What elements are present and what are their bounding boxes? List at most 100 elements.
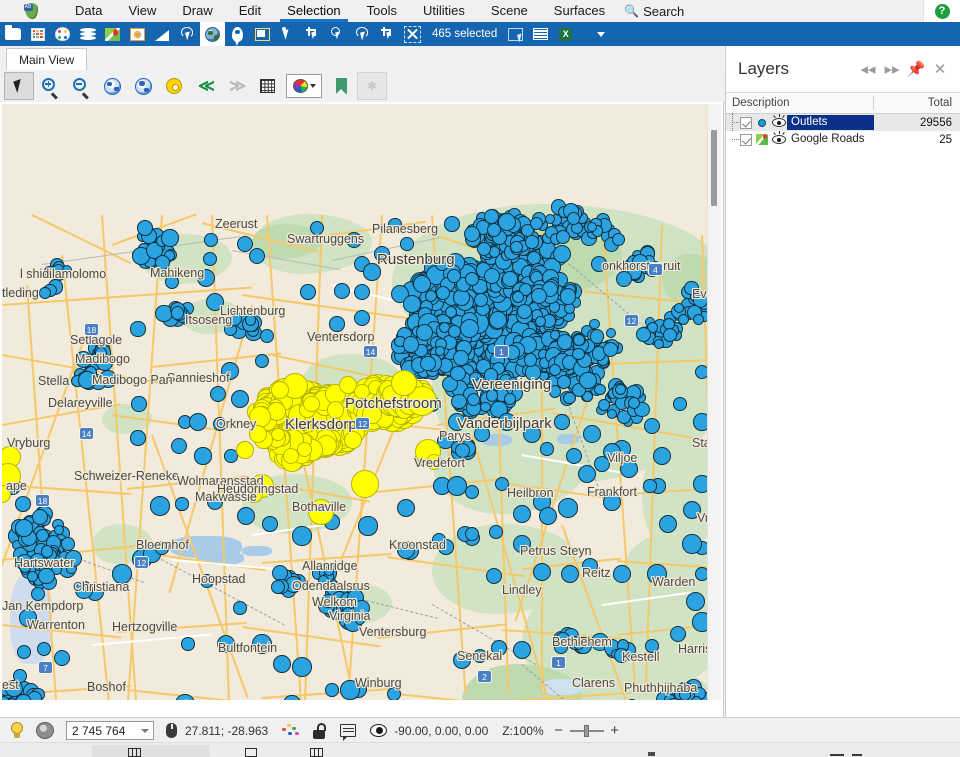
open-folder-icon[interactable]: [0, 22, 25, 46]
map-point[interactable]: [358, 516, 378, 536]
point-select-icon[interactable]: [275, 22, 300, 46]
menu-item-data[interactable]: Data: [62, 0, 115, 22]
map-point[interactable]: [538, 506, 558, 526]
polygon-select-icon[interactable]: [300, 22, 325, 46]
map-point[interactable]: [61, 537, 75, 551]
map-point[interactable]: [325, 683, 339, 697]
map-point[interactable]: [643, 479, 657, 493]
map-point[interactable]: [447, 476, 467, 496]
map-point[interactable]: [15, 519, 33, 537]
search-box[interactable]: 🔍 Search: [618, 0, 684, 22]
more-options-caret-icon[interactable]: [588, 22, 613, 46]
pointer-tool-button[interactable]: [4, 72, 34, 100]
map-point[interactable]: [303, 395, 320, 413]
hint-bulb-icon[interactable]: [8, 721, 26, 740]
map-point[interactable]: [175, 497, 189, 511]
zoom-slider[interactable]: [569, 723, 604, 739]
pin-icon[interactable]: 📌: [904, 57, 928, 81]
map-point[interactable]: [130, 430, 146, 446]
map-point[interactable]: [488, 311, 507, 329]
outline-tool-icon[interactable]: ◉: [125, 22, 150, 46]
favorite-tool-button[interactable]: ✱: [357, 72, 387, 100]
menu-item-selection[interactable]: Selection: [274, 0, 353, 22]
globe-icon[interactable]: [200, 22, 225, 46]
map-point[interactable]: [444, 216, 460, 232]
map-point[interactable]: [271, 580, 285, 594]
map-point[interactable]: [400, 237, 414, 251]
step-back-tool-button[interactable]: ≪: [190, 72, 220, 100]
map-point[interactable]: [402, 336, 420, 353]
taskbar-tray-icon[interactable]: [648, 752, 655, 756]
collapse-left-icon[interactable]: ◂◂: [856, 57, 880, 81]
tab-main-view[interactable]: Main View: [6, 48, 88, 71]
lasso-select-icon[interactable]: [350, 22, 375, 46]
expand-right-icon[interactable]: ▸▸: [880, 57, 904, 81]
map-point[interactable]: [557, 375, 571, 389]
map-point[interactable]: [690, 695, 702, 700]
map-point[interactable]: [559, 287, 577, 305]
map-point[interactable]: [233, 601, 247, 615]
grid-tool-button[interactable]: [252, 72, 282, 100]
show-table-icon[interactable]: [528, 22, 553, 46]
map-point[interactable]: [130, 321, 146, 337]
map-point[interactable]: [351, 470, 379, 498]
map-point[interactable]: [652, 446, 672, 466]
map-point[interactable]: [517, 304, 532, 319]
map-point[interactable]: [615, 270, 633, 288]
map-point[interactable]: [529, 216, 543, 231]
map-point[interactable]: [509, 240, 523, 254]
map-point[interactable]: [391, 370, 417, 396]
map-point[interactable]: [611, 233, 625, 247]
map-point[interactable]: [271, 427, 285, 442]
map-point[interactable]: [262, 516, 278, 532]
map-point[interactable]: [450, 365, 466, 381]
map-point[interactable]: [692, 313, 704, 326]
globe-status-icon[interactable]: [36, 722, 54, 739]
map-point[interactable]: [451, 393, 467, 410]
map-point[interactable]: [271, 381, 289, 399]
map-point[interactable]: [573, 334, 585, 346]
map-point[interactable]: [334, 283, 350, 299]
map-point[interactable]: [459, 319, 479, 339]
map-point[interactable]: [554, 414, 570, 430]
chevron-down-icon[interactable]: [137, 728, 153, 733]
spreadsheet-icon[interactable]: [25, 22, 50, 46]
layer-row-google-roads[interactable]: Google Roads 25: [726, 130, 960, 148]
box-select-icon[interactable]: [375, 22, 400, 46]
map-point[interactable]: [170, 437, 188, 455]
map-scale-combo[interactable]: 2 745 764: [66, 721, 154, 740]
view-eye-icon[interactable]: [370, 724, 388, 737]
map-point[interactable]: [237, 507, 255, 525]
map-point[interactable]: [480, 401, 491, 413]
menu-item-view[interactable]: View: [115, 0, 169, 22]
layer-row-outlets[interactable]: Outlets 29556: [726, 113, 960, 131]
zoom-in-button[interactable]: +: [608, 722, 622, 739]
layers-icon[interactable]: [75, 22, 100, 46]
snap-tool-icon[interactable]: [175, 22, 200, 46]
map-point[interactable]: [181, 637, 195, 651]
map-point[interactable]: [523, 353, 538, 367]
map-point[interactable]: [15, 496, 31, 512]
map-point[interactable]: [558, 498, 578, 518]
map-point[interactable]: [161, 229, 179, 247]
map-point[interactable]: [513, 641, 531, 659]
map-vertical-scrollbar[interactable]: [707, 104, 721, 700]
map-point[interactable]: [254, 353, 269, 368]
zoom-in-tool-button[interactable]: [35, 72, 65, 100]
map-point[interactable]: [446, 269, 461, 284]
layer-name-google-roads[interactable]: Google Roads: [787, 132, 874, 147]
app-logo[interactable]: AB: [0, 0, 62, 22]
place-marker-icon[interactable]: [225, 22, 250, 46]
export-excel-icon[interactable]: X: [553, 22, 578, 46]
map-point[interactable]: [204, 233, 218, 247]
scrollbar-thumb[interactable]: [711, 130, 717, 206]
annotation-icon[interactable]: [340, 724, 357, 741]
map-point[interactable]: [39, 286, 51, 299]
map-point[interactable]: [236, 441, 254, 459]
bookmark-tool-button[interactable]: [326, 72, 356, 100]
map-point[interactable]: [260, 329, 274, 343]
step-forward-tool-button[interactable]: ≫: [221, 72, 251, 100]
map-point[interactable]: [606, 408, 617, 419]
map-point[interactable]: [467, 392, 481, 406]
menu-item-surfaces[interactable]: Surfaces: [541, 0, 618, 22]
